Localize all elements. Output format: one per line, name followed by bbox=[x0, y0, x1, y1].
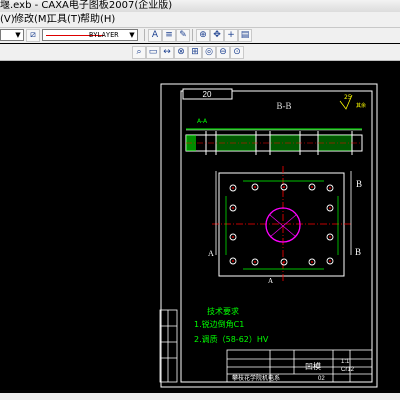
menu-tools[interactable]: 工具(T) bbox=[47, 12, 81, 27]
pan-view-icon[interactable]: ↔ bbox=[160, 46, 174, 59]
part-name: 凹模 bbox=[305, 361, 321, 371]
linetype-value: BYLAYER bbox=[89, 31, 119, 39]
scale: 1:1 bbox=[341, 359, 350, 365]
print-icon[interactable]: ▤ bbox=[238, 29, 252, 42]
cut-label-a-left: A bbox=[208, 249, 214, 258]
zoom-window-icon[interactable]: ⊕ bbox=[196, 29, 210, 42]
zoom-all-icon[interactable]: ⊞ bbox=[188, 46, 202, 59]
section-label-bb: B-B bbox=[276, 101, 291, 111]
sheet-number: 02 bbox=[318, 376, 325, 382]
zoom-previous-icon[interactable]: ◎ bbox=[202, 46, 216, 59]
linetype-icon[interactable]: ⧄ bbox=[26, 29, 40, 42]
linetype-dropdown[interactable]: BYLAYER ▼ bbox=[42, 29, 138, 41]
text-style-icon[interactable]: A bbox=[148, 29, 162, 42]
menu-modify[interactable]: 修改(M) bbox=[14, 12, 50, 27]
redraw-icon[interactable]: ▭ bbox=[146, 46, 160, 59]
tech-title: 技术要求 bbox=[207, 306, 239, 316]
school-name: 攀枝花学院机电系 bbox=[232, 374, 280, 382]
menu-bar: (V) 修改(M) 工具(T) 帮助(H) bbox=[0, 12, 400, 28]
section-label-aa: A-A bbox=[197, 118, 208, 125]
code-box-text: 20 bbox=[203, 90, 212, 99]
zoom-extents-icon[interactable]: ⊙ bbox=[230, 46, 244, 59]
status-bar bbox=[0, 393, 400, 400]
window-title: 堰.exb - CAXA电子图板2007(企业版) bbox=[0, 0, 173, 11]
separator bbox=[144, 29, 145, 41]
chevron-down-icon: ▼ bbox=[15, 31, 21, 39]
dimension-icon[interactable]: ≡ bbox=[162, 29, 176, 42]
zoom-in-icon[interactable]: + bbox=[224, 29, 238, 42]
chevron-down-icon: ▼ bbox=[129, 31, 135, 39]
layer-dropdown[interactable]: ▼ bbox=[0, 29, 24, 41]
properties-toolbar: ▼ ⧄ BYLAYER ▼ A ≡ ✎ ⊕ ✥ + ▤ bbox=[0, 28, 400, 43]
pan-icon[interactable]: ✥ bbox=[210, 29, 224, 42]
cut-label-b-bottom: B bbox=[355, 247, 361, 257]
drawing-sheet: 20 B-B A-A 25 其余 B B A A 技术要求 1.锐边倒角C1 2… bbox=[159, 83, 378, 388]
zoom-realtime-icon[interactable]: ⌕ bbox=[132, 46, 146, 59]
drawing-canvas[interactable]: 20 B-B A-A 25 其余 B B A A 技术要求 1.锐边倒角C1 2… bbox=[0, 61, 400, 400]
tech-line-1: 1.锐边倒角C1 bbox=[194, 319, 244, 329]
separator bbox=[192, 29, 193, 41]
roughness-rest: 其余 bbox=[356, 102, 366, 109]
menu-help[interactable]: 帮助(H) bbox=[80, 12, 115, 27]
cut-label-b-top: B bbox=[356, 179, 362, 189]
section-view bbox=[185, 128, 363, 155]
tech-line-2: 2.调质（58-62）HV bbox=[194, 334, 269, 344]
menu-view[interactable]: (V) bbox=[0, 12, 15, 27]
plan-view bbox=[212, 166, 352, 283]
dynamic-pan-icon[interactable]: ⊗ bbox=[174, 46, 188, 59]
view-toolbar: ⌕ ▭ ↔ ⊗ ⊞ ◎ ⊖ ⊙ bbox=[0, 44, 400, 61]
match-properties-icon[interactable]: ✎ bbox=[176, 29, 190, 42]
zoom-out-icon[interactable]: ⊖ bbox=[216, 46, 230, 59]
material: Cr12 bbox=[341, 367, 355, 373]
cut-label-a-bottom: A bbox=[268, 277, 273, 285]
